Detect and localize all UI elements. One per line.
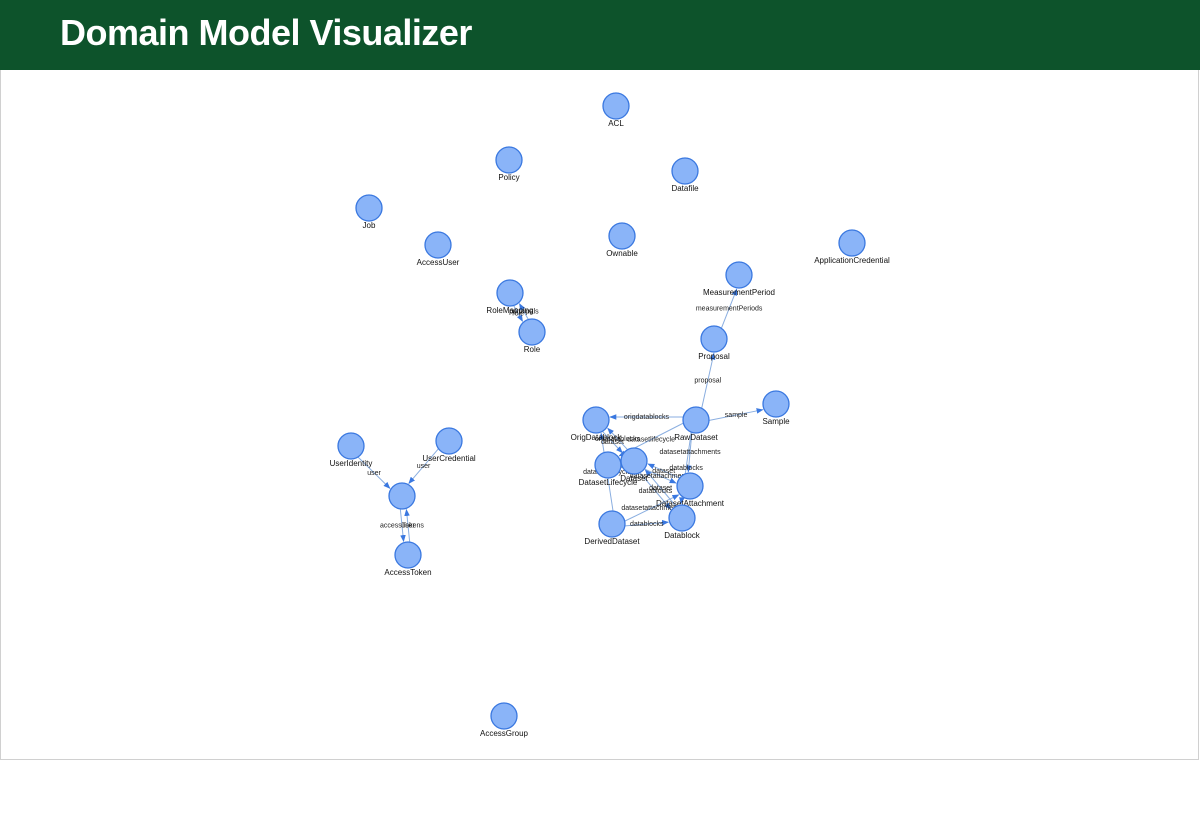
node-circle[interactable] xyxy=(838,229,866,257)
node-origdatablock[interactable]: OrigDatablock xyxy=(571,406,623,442)
node-usercredential[interactable]: UserCredential xyxy=(422,427,476,463)
node-sample[interactable]: Sample xyxy=(762,390,790,426)
graph-canvas[interactable]: measurementPeriods proposal sample origdata… xyxy=(0,70,1199,760)
edge-label: user xyxy=(417,463,431,470)
node-applicationcredential[interactable]: ApplicationCredential xyxy=(814,229,890,265)
edge-label: datasetattachments xyxy=(660,449,722,456)
node-ownable[interactable]: Ownable xyxy=(606,222,638,258)
node-label: Sample xyxy=(762,417,790,426)
nodes-layer: ACL Policy Datafile Job Ownable AccessUser App… xyxy=(330,92,890,738)
node-useridentity[interactable]: UserIdentity xyxy=(330,432,373,468)
node-label: Job xyxy=(363,221,376,230)
node-proposal[interactable]: Proposal xyxy=(698,325,730,361)
node-circle[interactable] xyxy=(671,157,699,185)
node-circle[interactable] xyxy=(725,261,753,289)
node-label: RawDataset xyxy=(674,433,718,442)
node-circle[interactable] xyxy=(602,92,630,120)
node-label: UserIdentity xyxy=(330,459,373,468)
node-label: ACL xyxy=(608,119,624,128)
node-circle[interactable] xyxy=(598,510,626,538)
node-user[interactable] xyxy=(388,482,416,510)
node-circle[interactable] xyxy=(594,451,622,479)
node-circle[interactable] xyxy=(424,231,452,259)
edge-label: user xyxy=(367,470,381,477)
node-label: RoleMapping xyxy=(486,306,533,315)
node-label: Datablock xyxy=(664,531,701,540)
node-label: AccessGroup xyxy=(480,729,529,738)
node-label: AccessUser xyxy=(417,258,460,267)
node-circle[interactable] xyxy=(355,194,383,222)
page-title: Domain Model Visualizer xyxy=(60,12,472,53)
node-accesstoken[interactable]: AccessToken xyxy=(384,541,432,577)
node-circle[interactable] xyxy=(762,390,790,418)
node-policy[interactable]: Policy xyxy=(495,146,523,182)
node-label: Role xyxy=(524,345,541,354)
node-label: UserCredential xyxy=(422,454,476,463)
edge-label: proposal xyxy=(694,378,721,385)
node-label: OrigDatablock xyxy=(571,433,623,442)
node-rolemapping[interactable]: RoleMapping xyxy=(486,279,534,315)
node-acl[interactable]: ACL xyxy=(602,92,630,128)
node-circle[interactable] xyxy=(495,146,523,174)
node-label: AccessToken xyxy=(384,568,431,577)
edge-label: origdatablocks xyxy=(624,414,670,421)
node-circle[interactable] xyxy=(608,222,636,250)
node-label: Dataset xyxy=(620,474,648,483)
node-circle[interactable] xyxy=(394,541,422,569)
edge-label: datablocks xyxy=(630,521,664,528)
node-label: DerivedDataset xyxy=(584,537,640,546)
node-accessgroup[interactable]: AccessGroup xyxy=(480,702,529,738)
node-circle[interactable] xyxy=(518,318,546,346)
node-label: DatasetAttachment xyxy=(656,499,725,508)
node-circle[interactable] xyxy=(337,432,365,460)
node-circle[interactable] xyxy=(682,406,710,434)
edge-label: measurementPeriods xyxy=(696,306,763,313)
node-circle[interactable] xyxy=(490,702,518,730)
domain-model-graph[interactable]: measurementPeriods proposal sample origdata… xyxy=(1,70,1199,759)
node-circle[interactable] xyxy=(388,482,416,510)
node-label: Policy xyxy=(498,173,519,182)
node-circle[interactable] xyxy=(620,447,648,475)
node-circle[interactable] xyxy=(496,279,524,307)
node-dataset[interactable]: Dataset xyxy=(620,447,649,483)
edge-label: user xyxy=(401,523,415,530)
node-job[interactable]: Job xyxy=(355,194,383,230)
node-circle[interactable] xyxy=(676,472,704,500)
node-circle[interactable] xyxy=(700,325,728,353)
node-deriveddataset[interactable]: DerivedDataset xyxy=(584,510,640,546)
node-measurementperiod[interactable]: MeasurementPeriod xyxy=(703,261,775,297)
node-circle[interactable] xyxy=(582,406,610,434)
edge-label: datablocks xyxy=(639,488,673,495)
node-label: Proposal xyxy=(698,352,730,361)
node-label: ApplicationCredential xyxy=(814,256,890,265)
node-label: Datafile xyxy=(671,184,699,193)
node-circle[interactable] xyxy=(668,504,696,532)
node-circle[interactable] xyxy=(435,427,463,455)
node-datafile[interactable]: Datafile xyxy=(671,157,699,193)
node-role[interactable]: Role xyxy=(518,318,546,354)
app-header: Domain Model Visualizer xyxy=(0,0,1200,70)
edge-label: sample xyxy=(725,412,748,419)
node-label: MeasurementPeriod xyxy=(703,288,775,297)
node-label: Ownable xyxy=(606,249,638,258)
node-accessuser[interactable]: AccessUser xyxy=(417,231,460,267)
